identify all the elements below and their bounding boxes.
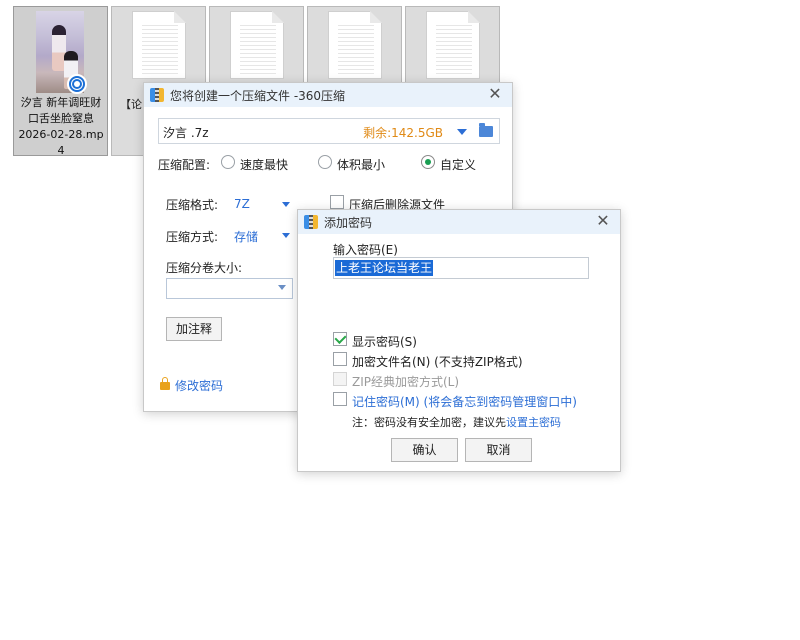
add-password-dialog: 添加密码 ✕ 输入密码(E) 上老王论坛当老王 显示密码(S) 加密文件名(N)…: [297, 209, 621, 472]
zip-classic-checkbox: [333, 372, 347, 386]
option-size-smallest-label[interactable]: 体积最小: [337, 156, 385, 173]
encrypt-filenames-checkbox[interactable]: [333, 352, 347, 366]
360zip-icon: [304, 215, 318, 229]
chevron-down-icon[interactable]: [282, 233, 290, 238]
archive-file-name[interactable]: 汐言 .7z: [163, 124, 209, 141]
folder-icon[interactable]: [479, 123, 493, 137]
free-space-label: 剩余:142.5GB: [363, 126, 443, 140]
password-input[interactable]: 上老王论坛当老王: [333, 257, 589, 279]
file-name: 汐言 新年调旺财 口舌坐脸窒息 2026-02-28.mp 4: [18, 96, 104, 157]
password-value[interactable]: 上老王论坛当老王: [335, 260, 434, 276]
security-note-text: 注：密码没有安全加密，建议先: [352, 416, 506, 429]
radio-custom[interactable]: [421, 155, 435, 169]
show-password-label[interactable]: 显示密码(S): [352, 333, 417, 350]
compress-dialog-titlebar[interactable]: 您将创建一个压缩文件 -360压缩 ✕: [144, 83, 512, 107]
format-label: 压缩格式:: [166, 198, 219, 212]
file-item-video[interactable]: 汐言 新年调旺财 口舌坐脸窒息 2026-02-28.mp 4: [13, 6, 108, 157]
document-icon: [230, 11, 284, 79]
password-input-label: 输入密码(E): [333, 243, 398, 257]
volume-size-label: 压缩分卷大小:: [166, 261, 243, 275]
password-dialog-titlebar[interactable]: 添加密码 ✕: [298, 210, 620, 234]
remember-password-label[interactable]: 记住密码(M) (将会备忘到密码管理窗口中): [352, 393, 577, 410]
volume-size-select[interactable]: [166, 278, 293, 299]
ok-button[interactable]: 确认: [391, 438, 458, 462]
document-icon: [426, 11, 480, 79]
radio-size-smallest[interactable]: [318, 155, 332, 169]
add-comment-button[interactable]: 加注释: [166, 317, 222, 341]
config-label: 压缩配置:: [158, 158, 211, 172]
compress-dialog-title: 您将创建一个压缩文件 -360压缩: [170, 89, 346, 103]
delete-source-checkbox[interactable]: [330, 195, 344, 209]
radio-speed-fastest[interactable]: [221, 155, 235, 169]
close-icon[interactable]: ✕: [486, 85, 504, 103]
document-icon: [132, 11, 186, 79]
zip-classic-label: ZIP经典加密方式(L): [352, 375, 460, 389]
chevron-down-icon[interactable]: [457, 129, 467, 135]
document-icon: [328, 11, 382, 79]
show-password-checkbox[interactable]: [333, 332, 347, 346]
method-select[interactable]: 存储: [234, 228, 258, 245]
set-master-password-link[interactable]: 设置主密码: [506, 416, 561, 429]
format-select[interactable]: 7Z: [234, 197, 250, 211]
option-speed-fastest-label[interactable]: 速度最快: [240, 156, 288, 173]
cancel-button[interactable]: 取消: [465, 438, 532, 462]
archive-path-field[interactable]: 汐言 .7z 剩余:142.5GB: [158, 118, 500, 144]
chevron-down-icon[interactable]: [278, 285, 286, 290]
remember-password-checkbox[interactable]: [333, 392, 347, 406]
encrypt-filenames-label[interactable]: 加密文件名(N) (不支持ZIP格式): [352, 353, 523, 370]
option-custom-label[interactable]: 自定义: [440, 156, 476, 173]
lock-icon: [160, 377, 170, 390]
security-note: 注：密码没有安全加密，建议先设置主密码: [352, 414, 561, 430]
method-label: 压缩方式:: [166, 230, 219, 244]
change-password-link[interactable]: 修改密码: [175, 377, 223, 394]
chevron-down-icon[interactable]: [282, 202, 290, 207]
file-name: 【论: [120, 98, 142, 111]
close-icon[interactable]: ✕: [594, 212, 612, 230]
video-app-icon: [67, 74, 87, 94]
password-dialog-title: 添加密码: [324, 216, 373, 230]
360zip-icon: [150, 88, 164, 102]
